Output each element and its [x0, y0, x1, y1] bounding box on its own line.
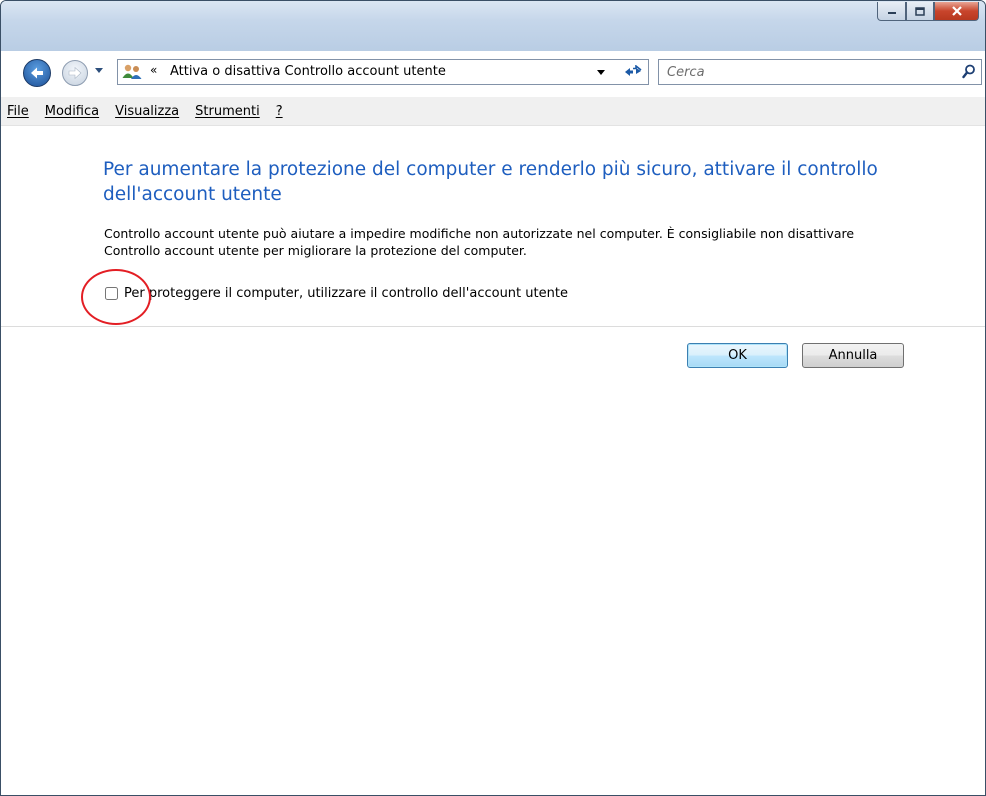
menu-file[interactable]: File: [7, 104, 29, 119]
caption-buttons: [877, 2, 979, 21]
refresh-button[interactable]: [618, 59, 649, 85]
title-bar[interactable]: [1, 1, 985, 87]
maximize-button[interactable]: [906, 2, 934, 21]
search-input[interactable]: [667, 62, 947, 82]
uac-checkbox-label[interactable]: Per proteggere il computer, utilizzare i…: [124, 286, 568, 301]
menu-tools[interactable]: Strumenti: [195, 104, 260, 119]
address-dropdown-icon[interactable]: [596, 69, 606, 76]
maximize-icon: [915, 6, 925, 16]
page-description: Controllo account utente può aiutare a i…: [104, 226, 855, 258]
minimize-icon: [887, 12, 896, 14]
forward-arrow-icon: [68, 66, 82, 80]
breadcrumb-chevron[interactable]: «: [150, 63, 157, 77]
ok-button[interactable]: OK: [687, 343, 788, 368]
menu-bar: File Modifica Visualizza Strumenti ?: [1, 97, 985, 126]
back-arrow-icon: [31, 67, 43, 79]
menu-help[interactable]: ?: [276, 104, 283, 119]
back-button[interactable]: [23, 59, 51, 87]
forward-button[interactable]: [62, 60, 88, 86]
separator: [1, 326, 985, 327]
search-icon[interactable]: [962, 64, 976, 79]
close-icon: [951, 6, 962, 16]
menu-edit[interactable]: Modifica: [45, 104, 99, 119]
recent-pages-dropdown-icon[interactable]: [94, 67, 104, 75]
search-box[interactable]: [658, 59, 982, 85]
cancel-button[interactable]: Annulla: [802, 343, 904, 368]
address-bar[interactable]: « Attiva o disattiva Controllo account u…: [117, 59, 619, 85]
close-button[interactable]: [934, 2, 979, 21]
refresh-icon: [625, 65, 642, 76]
breadcrumb-current-page[interactable]: Attiva o disattiva Controllo account ute…: [170, 64, 446, 79]
annotation-circle: [81, 269, 151, 325]
menu-view[interactable]: Visualizza: [115, 104, 179, 119]
minimize-button[interactable]: [877, 2, 906, 21]
uac-checkbox-row[interactable]: Per proteggere il computer, utilizzare i…: [105, 286, 568, 301]
window: « Attiva o disattiva Controllo account u…: [0, 0, 986, 796]
user-accounts-icon: [122, 64, 142, 79]
page-title: Per aumentare la protezione del computer…: [103, 159, 878, 205]
